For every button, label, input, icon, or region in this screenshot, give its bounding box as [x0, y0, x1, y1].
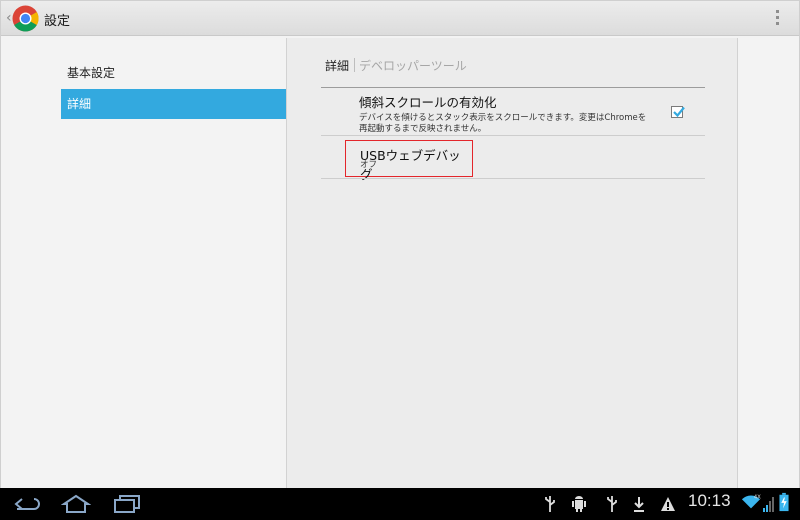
checkmark-icon [673, 106, 685, 118]
clock: 10:13 [688, 491, 731, 510]
preference-summary: オフ [360, 160, 378, 170]
signal-icon [763, 497, 774, 512]
preference-title: 傾斜スクロールの有効化 [359, 95, 497, 110]
tilt-scroll-preference[interactable]: 傾斜スクロールの有効化 デバイスを傾けるとスタック表示をスクロールできます。変更… [359, 92, 669, 135]
breadcrumb: 詳細 デベロッパーツール [325, 57, 467, 74]
divider [321, 178, 705, 179]
app-title: 設定 [44, 14, 71, 29]
settings-detail-pane: 詳細 デベロッパーツール 傾斜スクロールの有効化 デバイスを傾けるとスタック表示を… [286, 38, 738, 488]
overflow-menu-icon[interactable] [776, 10, 780, 28]
sidebar-item-advanced[interactable]: 詳細 [61, 89, 287, 119]
settings-sidebar: 基本設定 詳細 [1, 36, 287, 488]
system-navigation-bar: 10:13 4X [0, 488, 800, 520]
breadcrumb-separator [354, 58, 356, 72]
preference-summary: デバイスを傾けるとスタック表示をスクロールできます。変更はChromeを 再起動… [359, 113, 647, 134]
warning-icon [661, 497, 675, 511]
back-icon[interactable] [14, 494, 42, 514]
breadcrumb-developer-tools[interactable]: デベロッパーツール [359, 59, 467, 73]
android-debug-icon [572, 496, 586, 512]
battery-icon [779, 492, 789, 512]
usb-icon [607, 496, 617, 512]
svg-text:4X: 4X [754, 494, 761, 500]
tilt-scroll-checkbox[interactable] [671, 106, 685, 118]
usb-icon [545, 496, 555, 512]
download-icon [634, 497, 644, 512]
recent-apps-icon[interactable] [113, 494, 141, 514]
breadcrumb-advanced[interactable]: 詳細 [325, 59, 349, 73]
usb-web-debugging-preference[interactable]: USBウェブデバッグ オフ [345, 140, 473, 182]
chrome-logo-icon[interactable] [12, 5, 39, 32]
sidebar-item-basic-settings[interactable]: 基本設定 [61, 58, 287, 88]
divider [321, 87, 705, 88]
wifi-icon: 4X [741, 494, 761, 509]
divider [321, 135, 705, 136]
home-icon[interactable] [61, 494, 91, 514]
action-bar: ‹ 設定 [1, 1, 799, 36]
